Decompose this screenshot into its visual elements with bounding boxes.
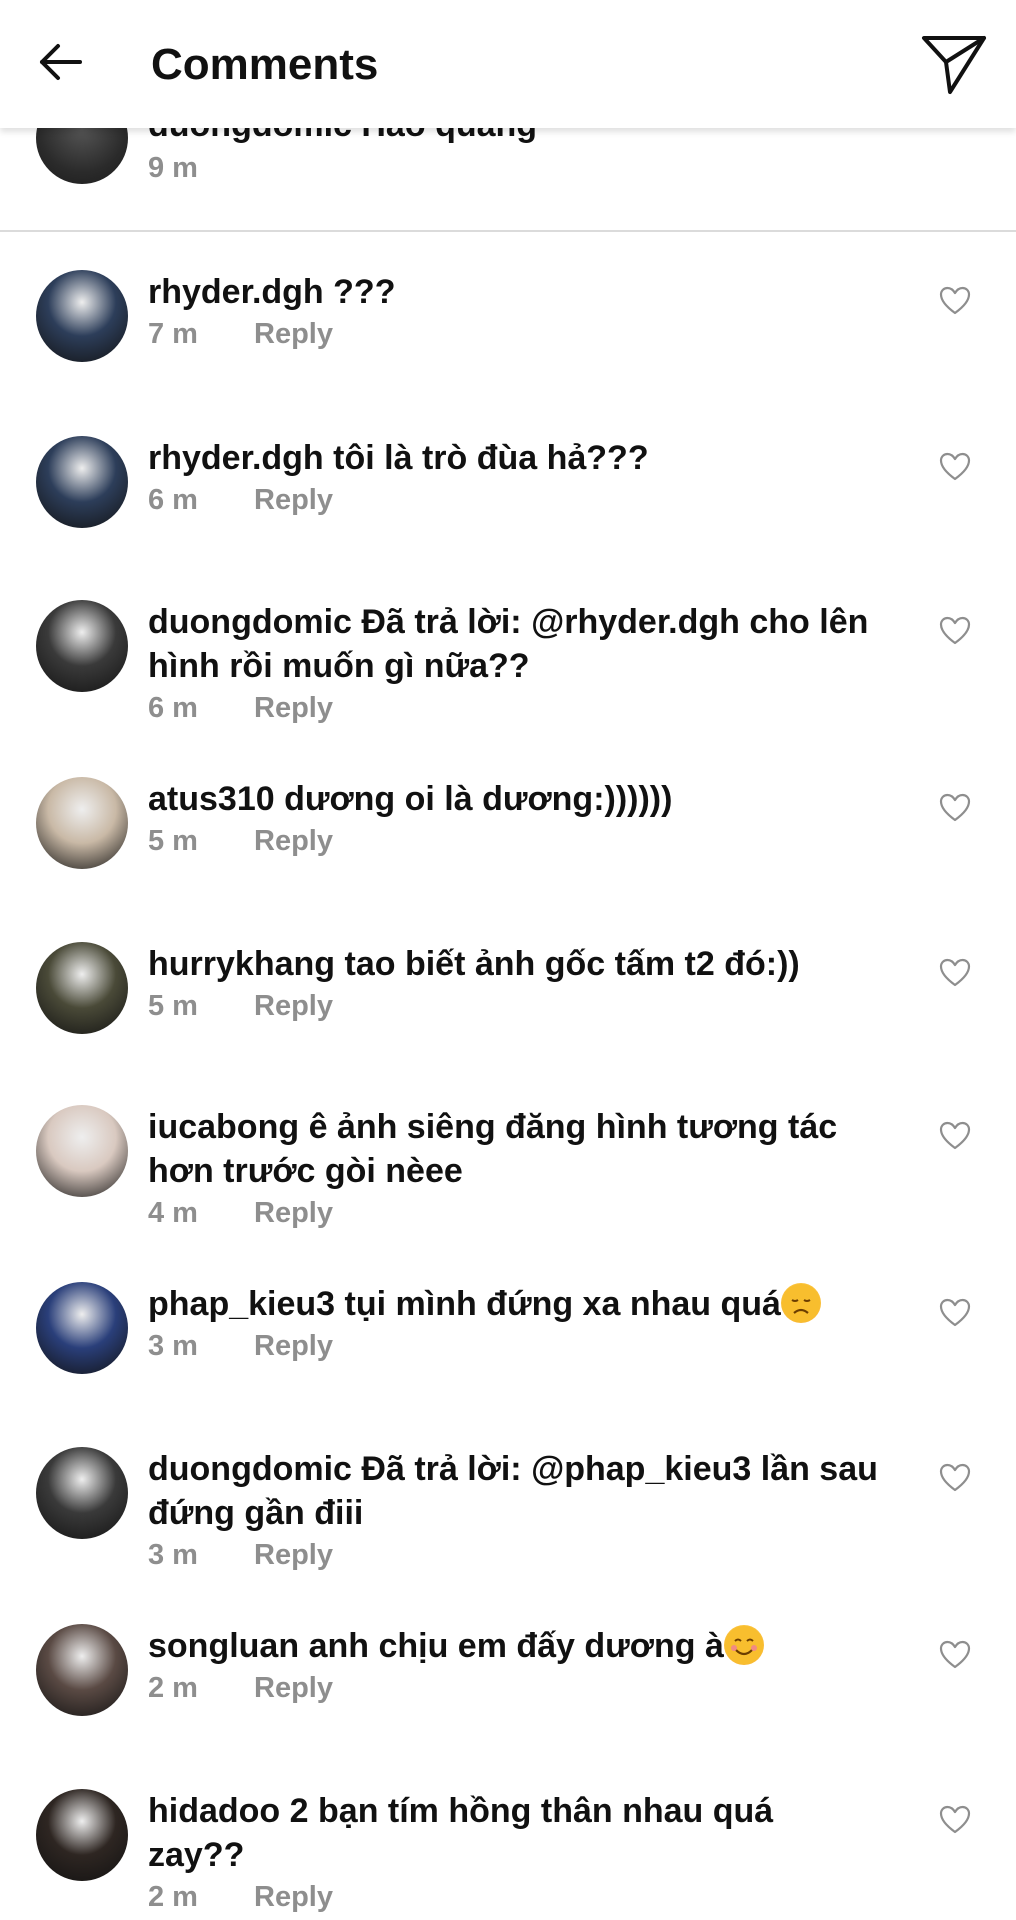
reply-button[interactable]: Reply: [254, 990, 333, 1023]
top-bar: Comments: [0, 0, 1016, 128]
avatar[interactable]: [36, 128, 128, 184]
disappointed-face-icon: [780, 1283, 821, 1323]
reply-button[interactable]: Reply: [254, 692, 333, 725]
comment-text: tụi mình đứng xa nhau quá: [344, 1285, 781, 1323]
comment-username[interactable]: iucabong: [148, 1108, 299, 1146]
heart-icon[interactable]: [938, 1638, 972, 1672]
comment-username[interactable]: rhyder.dgh: [148, 439, 324, 477]
avatar[interactable]: [36, 777, 128, 869]
avatar[interactable]: [36, 1789, 128, 1881]
comment-username[interactable]: atus310: [148, 780, 275, 818]
comment-meta: 5 m Reply: [148, 825, 333, 858]
comment-meta: 2 m Reply: [148, 1881, 333, 1914]
comment-meta: 7 m Reply: [148, 318, 333, 351]
comment-time: 3 m: [148, 1539, 198, 1571]
comment-time: 2 m: [148, 1881, 198, 1913]
send-button[interactable]: [918, 28, 990, 100]
comment-body: rhyder.dgh ???: [148, 270, 878, 314]
comment-username[interactable]: duongdomic: [148, 603, 352, 641]
comment-username[interactable]: rhyder.dgh: [148, 273, 324, 311]
reply-button[interactable]: Reply: [254, 1330, 333, 1363]
heart-icon[interactable]: [938, 791, 972, 825]
comment-text: tôi là trò đùa hả???: [333, 439, 649, 477]
arrow-left-icon: [40, 44, 82, 80]
reply-button[interactable]: Reply: [254, 1539, 333, 1572]
comment-time: 7 m: [148, 318, 198, 350]
avatar[interactable]: [36, 600, 128, 692]
comment-body: phap_kieu3 tụi mình đứng xa nhau quá: [148, 1282, 878, 1326]
avatar[interactable]: [36, 942, 128, 1034]
comment-time: 5 m: [148, 825, 198, 857]
heart-icon[interactable]: [938, 284, 972, 318]
comment-body: rhyder.dgh tôi là trò đùa hả???: [148, 436, 878, 480]
heart-icon[interactable]: [938, 956, 972, 990]
reply-button[interactable]: Reply: [254, 825, 333, 858]
comment-meta: 4 m Reply: [148, 1197, 333, 1230]
comment-meta: 5 m Reply: [148, 990, 333, 1023]
heart-icon[interactable]: [938, 1461, 972, 1495]
page-title: Comments: [151, 40, 379, 89]
comment-body: duongdomic Đã trả lời: @phap_kieu3 lần s…: [148, 1447, 878, 1535]
send-icon: [922, 36, 986, 94]
comment-username[interactable]: duongdomic: [148, 1450, 352, 1488]
comment-time: 6 m: [148, 484, 198, 516]
comment-time: 3 m: [148, 1330, 198, 1362]
avatar[interactable]: [36, 1447, 128, 1539]
reply-button[interactable]: Reply: [254, 484, 333, 517]
smiling-face-icon: [723, 1625, 764, 1665]
comment-body: atus310 dương oi là dương:)))))): [148, 777, 878, 821]
comment-body: iucabong ê ảnh siêng đăng hình tương tác…: [148, 1105, 878, 1193]
comment-text: dương oi là dương:)))))): [284, 780, 673, 818]
reply-button[interactable]: Reply: [254, 1672, 333, 1705]
avatar[interactable]: [36, 436, 128, 528]
reply-button[interactable]: Reply: [254, 1197, 333, 1230]
comment-meta: 3 m Reply: [148, 1539, 333, 1572]
comment-time: 5 m: [148, 990, 198, 1022]
comment-time: 6 m: [148, 692, 198, 724]
comment-username[interactable]: songluan: [148, 1627, 299, 1665]
comment-text: ???: [333, 273, 396, 311]
avatar[interactable]: [36, 1624, 128, 1716]
comment-time: 2 m: [148, 1672, 198, 1704]
heart-icon[interactable]: [938, 450, 972, 484]
previous-comment: duongdomic Hào quang 9 m: [0, 128, 1016, 232]
comment-body: hidadoo 2 bạn tím hồng thân nhau quá zay…: [148, 1789, 878, 1877]
comment-text: anh chịu em đấy dương à: [308, 1627, 724, 1665]
avatar[interactable]: [36, 1282, 128, 1374]
heart-icon[interactable]: [938, 614, 972, 648]
comment-meta: 6 m Reply: [148, 692, 333, 725]
heart-icon[interactable]: [938, 1296, 972, 1330]
comment-time: 4 m: [148, 1197, 198, 1229]
comment-body: songluan anh chịu em đấy dương à: [148, 1624, 878, 1668]
reply-button[interactable]: Reply: [254, 1881, 333, 1914]
heart-icon[interactable]: [938, 1119, 972, 1153]
reply-button[interactable]: Reply: [254, 318, 333, 351]
heart-icon[interactable]: [938, 1803, 972, 1837]
comment-body: hurrykhang tao biết ảnh gốc tấm t2 đó:)): [148, 942, 878, 986]
avatar[interactable]: [36, 270, 128, 362]
back-button[interactable]: [30, 32, 90, 92]
comment-username[interactable]: hidadoo: [148, 1792, 280, 1830]
avatar[interactable]: [36, 1105, 128, 1197]
previous-comment-time: 9 m: [148, 152, 198, 184]
comment-meta: 2 m Reply: [148, 1672, 333, 1705]
comment-body: duongdomic Đã trả lời: @rhyder.dgh cho l…: [148, 600, 878, 688]
comment-text: tao biết ảnh gốc tấm t2 đó:)): [344, 945, 800, 983]
comment-username[interactable]: hurrykhang: [148, 945, 335, 983]
previous-comment-text: duongdomic Hào quang: [148, 128, 537, 145]
comment-meta: 3 m Reply: [148, 1330, 333, 1363]
comment-username[interactable]: phap_kieu3: [148, 1285, 335, 1323]
comment-meta: 6 m Reply: [148, 484, 333, 517]
divider: [0, 230, 1016, 232]
